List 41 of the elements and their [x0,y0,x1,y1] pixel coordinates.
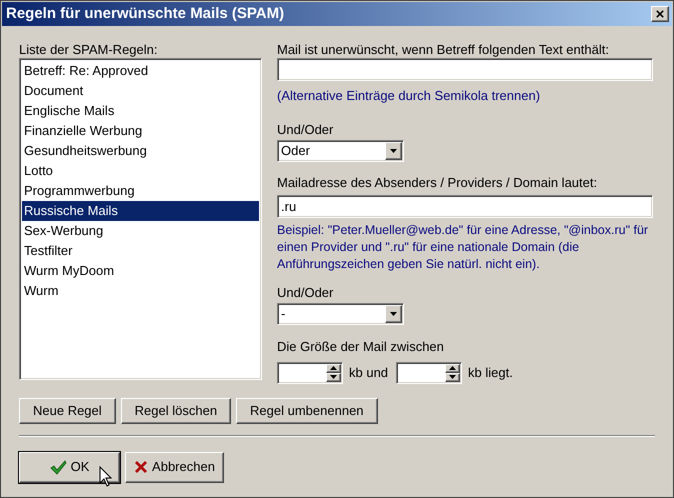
hint-text: (Alternative Einträge durch Semikola trennen) [277,87,542,105]
size-label: Die Größe der Mail zwischen [277,338,445,356]
list-item[interactable]: Lotto [22,161,259,181]
cross-icon [134,460,148,474]
size-unit-text: kb und [349,364,388,382]
cancel-button[interactable]: Abbrechen [125,452,224,482]
subject-label: Mail ist unerwünscht, wenn Betreff folgenden Text enthält: [277,41,610,56]
rule-button[interactable]: Neue Regel [19,398,116,424]
list-item[interactable]: Wurm MyDoom [22,261,259,281]
size-unit-text: kb liegt. [468,364,513,382]
sender-label: Mailadresse des Absenders / Providers / Domain lautet: [277,174,598,192]
mouse-pointer-icon [99,466,113,488]
number-field[interactable] [277,362,343,384]
example-text: Beispiel: "Peter.Mueller@web.de" für eine Adresse, "@inbox.ru" für einen Provider und ".ru" für eine nationale Domain (die Anführungszeichen geben Sie natürl. nicht ein). [277,222,650,272]
number-field[interactable] [396,362,462,384]
list-item[interactable]: Russische Mails [22,201,259,221]
ok-button[interactable]: OK [19,452,120,482]
rule-button[interactable]: Regel löschen [120,398,232,424]
window-title: Regeln für unerwünschte Mails (SPAM) [6,4,284,24]
list-item[interactable]: Sex-Werbung [22,221,259,241]
spin-up-icon[interactable] [445,364,460,372]
list-item[interactable]: Gesundheitswerbung [22,141,259,161]
list-item[interactable]: Document [22,81,259,101]
subject-field[interactable] [277,58,653,81]
rule-button[interactable]: Regel umbenennen [236,398,378,424]
and-or-label: Und/Oder [277,284,334,302]
sender-field[interactable]: .ru [277,194,653,218]
list-item[interactable]: Testfilter [22,241,259,261]
checkmark-icon [50,460,67,474]
rules-list[interactable]: Betreff: Re: Approved Document Englische Mails Finanzielle Werbung Gesundheitswerbung Lotto Programmwerbung Russische Mails Sex-Werbung Testfilter Wurm MyDoom Wurm [19,58,262,380]
spin-up-icon[interactable] [326,364,341,372]
close-button[interactable]: × [651,6,669,22]
list-label: Liste der SPAM-Regeln: [19,41,158,56]
list-item[interactable]: Betreff: Re: Approved [22,61,259,81]
list-item[interactable]: Wurm [22,281,259,301]
and-or-label: Und/Oder [277,120,334,138]
dropdown[interactable]: - [277,303,404,325]
list-item[interactable]: Englische Mails [22,101,259,121]
list-item[interactable]: Finanzielle Werbung [22,121,259,141]
dropdown[interactable]: Oder [277,140,404,162]
list-item[interactable]: Programmwerbung [22,181,259,201]
